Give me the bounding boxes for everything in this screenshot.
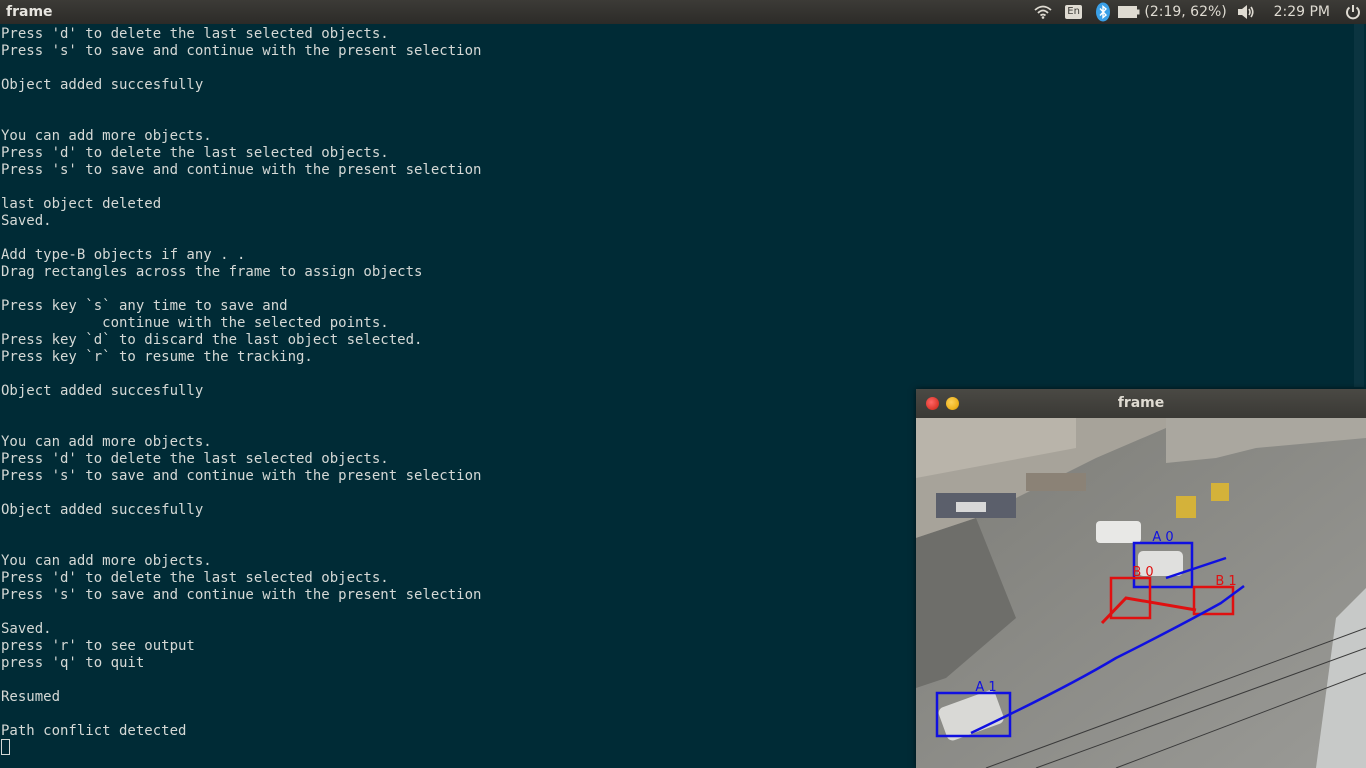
terminal-line: Press 'd' to delete the last selected ob… (1, 26, 389, 42)
bbox-a1-label: A 1 (975, 680, 996, 695)
clock[interactable]: 2:29 PM (1260, 4, 1340, 20)
terminal-line: Object added succesfully (1, 502, 204, 518)
terminal-line: Object added succesfully (1, 383, 204, 399)
terminal-line: Drag rectangles across the frame to assi… (1, 264, 423, 280)
auto-rickshaw (1176, 496, 1196, 518)
terminal-scrollbar[interactable] (1354, 24, 1364, 387)
terminal-line: Saved. (1, 621, 52, 637)
terminal-line: Press 's' to save and continue with the … (1, 468, 482, 484)
terminal-line: Add type-B objects if any . . (1, 247, 246, 263)
terminal-line: press 'r' to see output (1, 638, 195, 654)
terminal-cursor (1, 739, 10, 755)
terminal-line: continue with the selected points. (1, 315, 389, 331)
frame-window-title: frame (1117, 395, 1165, 411)
terminal-line: Resumed (1, 689, 61, 705)
frame-window[interactable]: frame A 0 A 1 B 0 B 1 (916, 389, 1366, 768)
terminal-line: Press key `d` to discard the last object… (1, 332, 423, 348)
power-icon[interactable] (1340, 0, 1366, 24)
terminal-line: Press key `s` any time to save and (1, 298, 288, 314)
frame-titlebar[interactable]: frame (916, 389, 1366, 418)
volume-icon[interactable] (1232, 0, 1260, 24)
terminal-line: Path conflict detected (1, 723, 187, 739)
battery-status: (2:19, 62%) (1144, 4, 1227, 20)
battery-indicator[interactable]: (2:19, 62%) (1114, 0, 1232, 24)
terminal-output: Press 'd' to delete the last selected ob… (1, 26, 481, 740)
terminal-line: Saved. (1, 213, 52, 229)
terminal-line: press 'q' to quit (1, 655, 145, 671)
bbox-a0-label: A 0 (1152, 530, 1173, 545)
terminal-line: Press 's' to save and continue with the … (1, 587, 482, 603)
terminal-line: Press 'd' to delete the last selected ob… (1, 570, 389, 586)
terminal-line: You can add more objects. (1, 128, 212, 144)
terminal-line: You can add more objects. (1, 553, 212, 569)
terminal-line: Press 's' to save and continue with the … (1, 43, 482, 59)
bbox-b0-label: B 0 (1132, 565, 1153, 580)
keyboard-icon[interactable]: En (1056, 0, 1092, 24)
terminal-line: Press 'd' to delete the last selected ob… (1, 451, 389, 467)
terminal-line: You can add more objects. (1, 434, 212, 450)
active-app-title: frame (6, 4, 53, 20)
terminal-line: Object added succesfully (1, 77, 204, 93)
terminal-line: Press 'd' to delete the last selected ob… (1, 145, 389, 161)
wifi-icon[interactable] (1030, 0, 1056, 24)
top-panel: frame En (2:19, 62%) 2:29 PM (0, 0, 1366, 24)
vehicle (1096, 521, 1141, 543)
bbox-b1-label: B 1 (1215, 574, 1236, 589)
battery-icon (1118, 6, 1140, 18)
keyboard-layout-label: En (1065, 5, 1082, 19)
terminal-line: last object deleted (1, 196, 162, 212)
terminal-line: Press key `r` to resume the tracking. (1, 349, 313, 365)
terminal-line: Press 's' to save and continue with the … (1, 162, 482, 178)
video-frame[interactable]: A 0 A 1 B 0 B 1 (916, 418, 1366, 768)
bluetooth-icon[interactable] (1092, 0, 1114, 24)
indicator-area: En (2:19, 62%) 2:29 PM (1030, 0, 1366, 24)
